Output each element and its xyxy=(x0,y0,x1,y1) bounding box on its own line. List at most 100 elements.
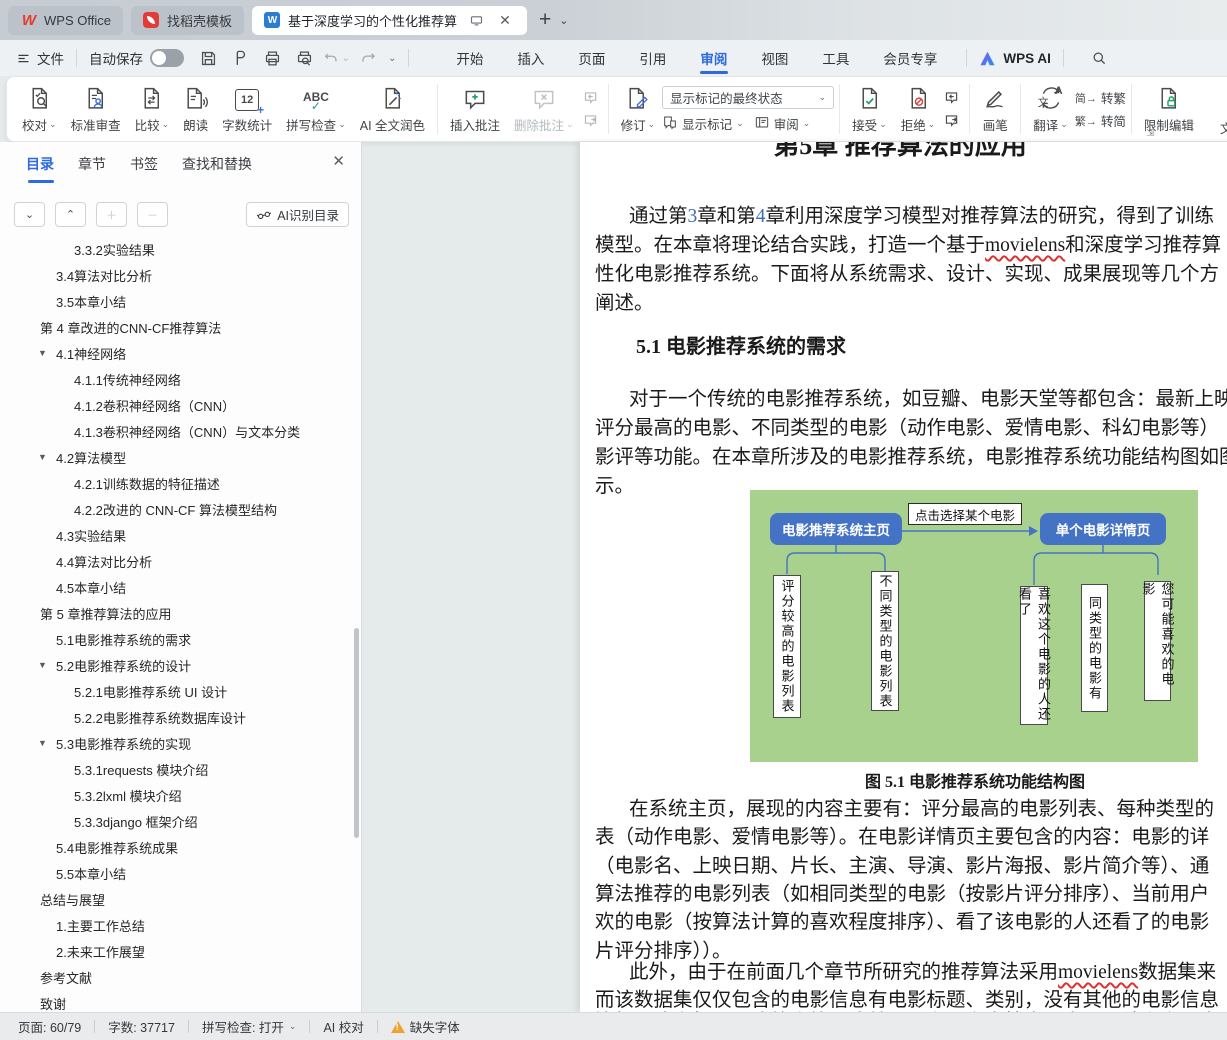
tab-docer-templates[interactable]: 找稻壳模板 xyxy=(131,6,244,35)
menu-tab-review[interactable]: 审阅 xyxy=(683,40,744,76)
autosave-toggle[interactable] xyxy=(150,49,184,67)
sidebar-tab-contents[interactable]: 目录 xyxy=(26,154,54,183)
toc-previous-heading-button[interactable]: ⌃ xyxy=(55,202,86,227)
menu-tab-membership[interactable]: 会员专享 xyxy=(866,40,954,76)
sidebar-tab-chapters[interactable]: 章节 xyxy=(78,154,106,183)
standard-review-button[interactable]: 标准审查 xyxy=(64,79,128,139)
print-preview-icon[interactable] xyxy=(290,45,318,71)
toc-item[interactable]: ▼ 5.3.1requests 模块介绍 xyxy=(0,756,361,782)
close-icon[interactable]: ✕ xyxy=(495,10,515,30)
toc-item[interactable]: ▼ 5.3电影推荐系统的实现 xyxy=(0,730,361,756)
sidebar-tab-bookmarks[interactable]: 书签 xyxy=(130,154,158,183)
new-tab-button[interactable]: + xyxy=(539,8,551,32)
toc-item[interactable]: ▼ 5.4电影推荐系统成果 xyxy=(0,834,361,860)
sidebar-tab-find-replace[interactable]: 查找和替换 xyxy=(182,154,252,183)
collapse-triangle-icon[interactable]: ▼ xyxy=(38,738,47,748)
read-aloud-button[interactable]: 朗读 xyxy=(176,79,215,139)
toc-item[interactable]: ▼ 2.未来工作展望 xyxy=(0,938,361,964)
ink-brush-button[interactable]: 画笔 xyxy=(975,79,1015,139)
previous-revision-icon[interactable] xyxy=(942,89,964,107)
spell-check-button[interactable]: ABC✓ 拼写检查⌄ xyxy=(279,79,353,139)
delete-comment-button[interactable]: 删除批注⌄ xyxy=(507,79,581,139)
review-pane-button[interactable]: 审阅⌄ xyxy=(754,114,811,133)
toc-collapse-button[interactable]: － xyxy=(137,202,168,227)
menu-tab-insert[interactable]: 插入 xyxy=(500,40,561,76)
more-quick-actions-chevron-icon[interactable]: ⌄ xyxy=(388,53,396,64)
translate-button[interactable]: 文A 翻译⌄ xyxy=(1026,79,1075,139)
menu-tab-home[interactable]: 开始 xyxy=(439,40,500,76)
toc-item[interactable]: ▼ 4.1神经网络 xyxy=(0,340,361,366)
menu-tab-reference[interactable]: 引用 xyxy=(622,40,683,76)
toc-item[interactable]: ▼ 3.5本章小结 xyxy=(0,288,361,314)
collapse-triangle-icon[interactable]: ▼ xyxy=(38,660,47,670)
toc-item[interactable]: ▼ 4.5本章小结 xyxy=(0,574,361,600)
toc-item[interactable]: ▼ 4.2算法模型 xyxy=(0,444,361,470)
reject-revision-button[interactable]: 拒绝⌄ xyxy=(894,79,943,139)
screen-share-icon[interactable] xyxy=(467,10,487,30)
toc-item[interactable]: ▼ 4.1.3卷积神经网络（CNN）与文本分类 xyxy=(0,418,361,444)
toc-item[interactable]: ▼ 1.主要工作总结 xyxy=(0,912,361,938)
toc-item[interactable]: ▼ 5.2电影推荐系统的设计 xyxy=(0,652,361,678)
to-traditional-button[interactable]: 简→ 转繁 xyxy=(1075,88,1126,107)
toc-item[interactable]: ▼ 参考文献 xyxy=(0,964,361,990)
toc-next-heading-button[interactable]: ⌄ xyxy=(14,202,45,227)
accept-revision-button[interactable]: 接受⌄ xyxy=(845,79,894,139)
next-revision-icon[interactable] xyxy=(942,112,964,130)
previous-comment-icon[interactable] xyxy=(581,89,603,107)
markup-state-dropdown[interactable]: 显示标记的最终状态 ⌄ xyxy=(662,86,834,109)
toc-item[interactable]: ▼ 5.3.3django 框架介绍 xyxy=(0,808,361,834)
search-icon[interactable] xyxy=(1090,49,1108,67)
missing-font-warning[interactable]: 缺失字体 xyxy=(391,1017,460,1036)
toc-item[interactable]: ▼ 5.2.1电影推荐系统 UI 设计 xyxy=(0,678,361,704)
toc-item[interactable]: ▼ 4.2.2改进的 CNN-CF 算法模型结构 xyxy=(0,496,361,522)
word-count-indicator[interactable]: 字数: 37717 xyxy=(108,1017,175,1036)
ai-proof-button[interactable]: AI 校对 xyxy=(323,1017,363,1036)
toc-item[interactable]: ▼ 4.1.1传统神经网络 xyxy=(0,366,361,392)
undo-icon[interactable]: ⌄ xyxy=(322,45,350,71)
toc-item[interactable]: ▼ 4.4算法对比分析 xyxy=(0,548,361,574)
to-simplified-button[interactable]: 繁→ 转简 xyxy=(1075,111,1126,130)
menu-tab-page[interactable]: 页面 xyxy=(561,40,622,76)
document-page[interactable]: 第5章 推荐算法的应用 通过第3章和第4章利用深度学习模型对推荐算法的研究，得到… xyxy=(580,142,1227,1012)
track-changes-button[interactable]: 修订⌄ xyxy=(614,79,663,139)
tab-wps-office[interactable]: W WPS Office xyxy=(8,6,123,35)
compare-button[interactable]: 比较⌄ xyxy=(128,79,177,139)
toc-expand-button[interactable]: ＋ xyxy=(96,202,127,227)
toc-item[interactable]: ▼ 5.5本章小结 xyxy=(0,860,361,886)
word-count-button[interactable]: 12 字数统计 xyxy=(215,79,279,139)
toc-item[interactable]: ▼ 5.2.2电影推荐系统数据库设计 xyxy=(0,704,361,730)
group-expand-icon[interactable]: ⇲ xyxy=(1146,128,1154,139)
toc-item[interactable]: ▼ 致谢 xyxy=(0,990,361,1012)
insert-comment-button[interactable]: 插入批注 xyxy=(443,79,507,139)
menu-tab-tools[interactable]: 工具 xyxy=(805,40,866,76)
spell-check-indicator[interactable]: 拼写检查: 打开⌄ xyxy=(202,1017,297,1036)
toc-item[interactable]: ▼ 5.1电影推荐系统的需求 xyxy=(0,626,361,652)
collapse-triangle-icon[interactable]: ▼ xyxy=(38,452,47,462)
wps-ai-button[interactable]: WPS AI xyxy=(979,51,1051,66)
toc-item[interactable]: ▼ 3.3.2实验结果 xyxy=(0,236,361,262)
save-icon[interactable] xyxy=(194,45,222,71)
tab-list-chevron-icon[interactable]: ⌄ xyxy=(559,14,568,27)
sidebar-close-icon[interactable]: ✕ xyxy=(332,152,345,170)
file-menu[interactable]: 文件 xyxy=(16,48,64,68)
next-comment-icon[interactable] xyxy=(581,112,603,130)
menu-tab-view[interactable]: 视图 xyxy=(744,40,805,76)
ai-polish-button[interactable]: AI 全文润色 xyxy=(353,79,432,139)
redo-icon[interactable] xyxy=(354,45,382,71)
tab-current-document[interactable]: W 基于深度学习的个性化推荐算 ✕ xyxy=(252,6,527,35)
page-indicator[interactable]: 页面: 60/79 xyxy=(18,1017,81,1036)
toc-item[interactable]: ▼ 4.3实验结果 xyxy=(0,522,361,548)
toc-item[interactable]: ▼ 总结与展望 xyxy=(0,886,361,912)
export-pdf-icon[interactable] xyxy=(226,45,254,71)
toc-item[interactable]: ▼ 4.1.2卷积神经网络（CNN） xyxy=(0,392,361,418)
toc-item[interactable]: ▼ 5.3.2lxml 模块介绍 xyxy=(0,782,361,808)
collapse-triangle-icon[interactable]: ▼ xyxy=(38,348,47,358)
toc-item[interactable]: ▼ 4.2.1训练数据的特征描述 xyxy=(0,470,361,496)
toc-item[interactable]: ▼ 第 4 章改进的CNN-CF推荐算法 xyxy=(0,314,361,340)
toc-item[interactable]: ▼ 3.4算法对比分析 xyxy=(0,262,361,288)
print-icon[interactable] xyxy=(258,45,286,71)
show-markup-button[interactable]: 显示标记⌄ xyxy=(662,114,744,133)
sidebar-scrollbar-thumb[interactable] xyxy=(354,628,359,838)
ai-recognize-toc-button[interactable]: AI识别目录 xyxy=(246,202,349,227)
toc-item[interactable]: ▼ 第 5 章推荐算法的应用 xyxy=(0,600,361,626)
